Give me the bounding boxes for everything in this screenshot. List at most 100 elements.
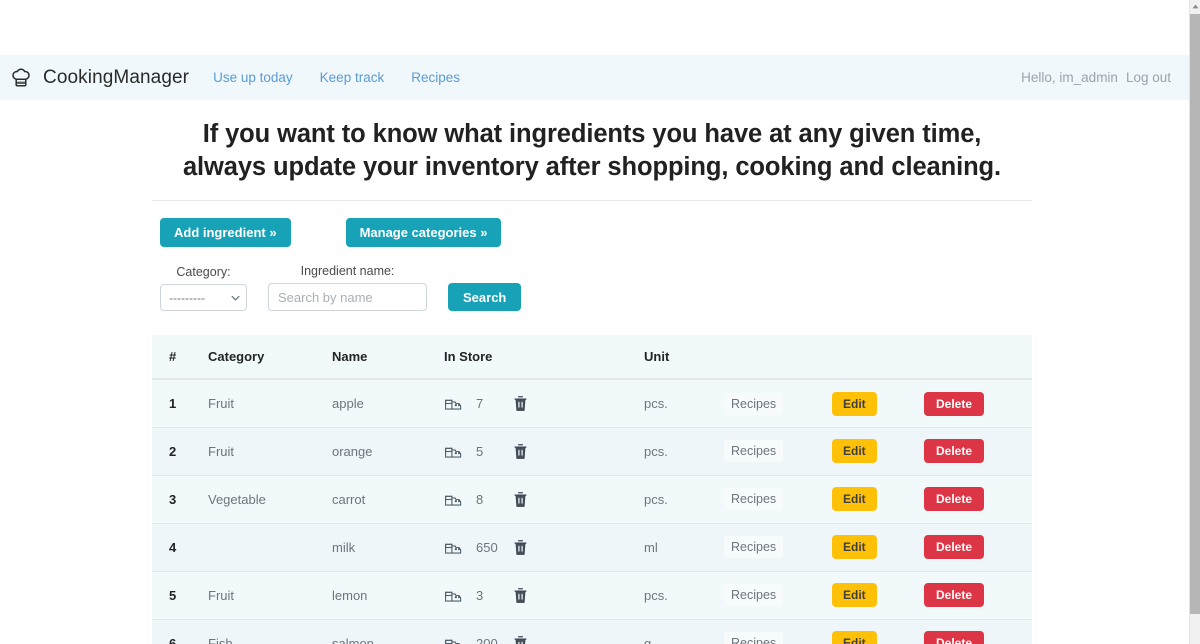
brand-name: CookingManager	[43, 66, 190, 88]
edit-button[interactable]: Edit	[832, 631, 877, 644]
user-greeting: Hello, im_admin	[1021, 70, 1118, 85]
table-row: 4 milk 650 ml Recipes Edit Delete	[152, 523, 1032, 572]
inventory-table-wrap: # Category Name In Store Unit 1 Fruit appl…	[152, 335, 1032, 644]
table-row: 1 Fruit apple 7 pcs. Recipes Edit Delete	[152, 379, 1032, 428]
quantity-value: 3	[476, 587, 484, 603]
delete-button[interactable]: Delete	[924, 439, 985, 464]
cell-recipes: Recipes	[724, 379, 832, 428]
trash-bin-icon[interactable]	[511, 586, 530, 605]
edit-button[interactable]: Edit	[832, 583, 877, 608]
shopping-cart-icon[interactable]	[444, 394, 463, 413]
cell-edit: Edit	[832, 523, 924, 572]
trash-bin-icon[interactable]	[511, 490, 530, 509]
delete-button[interactable]: Delete	[924, 583, 985, 608]
cell-number: 2	[152, 427, 208, 476]
quantity-value: 650	[476, 539, 498, 555]
chef-hat-icon	[10, 66, 34, 90]
trash-bin-icon[interactable]	[511, 394, 530, 413]
recipes-link[interactable]: Recipes	[724, 488, 784, 511]
edit-button[interactable]: Edit	[832, 439, 877, 464]
scroll-up-arrow-icon[interactable]	[1190, 0, 1200, 12]
shopping-cart-icon[interactable]	[444, 538, 463, 557]
cell-name: milk	[332, 523, 444, 572]
search-input[interactable]	[268, 283, 427, 312]
cell-unit: ml	[644, 523, 724, 572]
cell-category: Fruit	[208, 379, 332, 428]
cell-delete: Delete	[924, 379, 1032, 428]
cell-number: 4	[152, 523, 208, 572]
delete-button[interactable]: Delete	[924, 631, 985, 644]
cell-name: apple	[332, 379, 444, 428]
table-row: 2 Fruit orange 5 pcs. Recipes Edit Delete	[152, 427, 1032, 476]
cell-edit: Edit	[832, 379, 924, 428]
cell-number: 6	[152, 619, 208, 644]
delete-button[interactable]: Delete	[924, 487, 985, 512]
nav-link-recipes[interactable]: Recipes	[411, 70, 460, 85]
delete-button[interactable]: Delete	[924, 535, 985, 560]
table-body: 1 Fruit apple 7 pcs. Recipes Edit Delete 2 Fruit o…	[152, 379, 1032, 644]
cell-recipes: Recipes	[724, 475, 832, 524]
trash-bin-icon[interactable]	[511, 442, 530, 461]
shopping-cart-icon[interactable]	[444, 586, 463, 605]
category-select[interactable]: ---------	[160, 284, 247, 312]
col-header-number: #	[152, 335, 208, 381]
cell-delete: Delete	[924, 571, 1032, 620]
cell-unit: pcs.	[644, 379, 724, 428]
quantity-value: 7	[476, 396, 484, 412]
search-button[interactable]: Search	[448, 283, 522, 312]
recipes-link[interactable]: Recipes	[724, 440, 784, 463]
cell-unit: pcs.	[644, 475, 724, 524]
edit-button[interactable]: Edit	[832, 535, 877, 560]
cell-category: Fish	[208, 619, 332, 644]
shopping-cart-icon[interactable]	[444, 490, 463, 509]
delete-button[interactable]: Delete	[924, 391, 985, 416]
table-row: 3 Vegetable carrot 8 pcs. Recipes Edit Delete	[152, 475, 1032, 524]
cell-name: orange	[332, 427, 444, 476]
cell-number: 5	[152, 571, 208, 620]
edit-button[interactable]: Edit	[832, 391, 877, 416]
category-field: Category: ---------	[160, 265, 247, 312]
col-header-unit: Unit	[644, 335, 724, 381]
scrollbar-thumb[interactable]	[1190, 14, 1200, 614]
cell-name: salmon	[332, 619, 444, 644]
trash-bin-icon[interactable]	[511, 538, 530, 557]
nav-link-use-up-today[interactable]: Use up today	[213, 70, 293, 85]
cell-unit: g	[644, 619, 724, 644]
cell-recipes: Recipes	[724, 619, 832, 644]
shopping-cart-icon[interactable]	[444, 634, 463, 644]
col-header-edit	[832, 335, 924, 381]
recipes-link[interactable]: Recipes	[724, 632, 784, 644]
vertical-scrollbar[interactable]	[1189, 0, 1200, 644]
headline-divider	[152, 200, 1032, 202]
brand[interactable]: CookingManager	[10, 66, 189, 90]
recipes-link[interactable]: Recipes	[724, 536, 784, 559]
add-ingredient-button[interactable]: Add ingredient »	[160, 218, 291, 248]
table-head: # Category Name In Store Unit	[152, 335, 1032, 381]
quantity-value: 8	[476, 491, 484, 507]
action-buttons: Add ingredient » Manage categories »	[152, 218, 1032, 248]
col-header-delete	[924, 335, 1032, 381]
recipes-link[interactable]: Recipes	[724, 392, 784, 415]
shopping-cart-icon[interactable]	[444, 442, 463, 461]
cell-category	[208, 523, 332, 572]
cell-in-store: 8	[444, 475, 644, 524]
edit-button[interactable]: Edit	[832, 487, 877, 512]
cell-in-store: 7	[444, 379, 644, 428]
cell-category: Vegetable	[208, 475, 332, 524]
cell-in-store: 650	[444, 523, 644, 572]
ingredient-name-label: Ingredient name:	[300, 264, 395, 279]
cell-delete: Delete	[924, 523, 1032, 572]
cell-in-store: 5	[444, 427, 644, 476]
quantity-value: 5	[476, 443, 484, 459]
cell-delete: Delete	[924, 475, 1032, 524]
recipes-link[interactable]: Recipes	[724, 584, 784, 607]
page-root: CookingManager Use up today Keep track R…	[0, 0, 1200, 644]
trash-bin-icon[interactable]	[511, 634, 530, 644]
nav-link-keep-track[interactable]: Keep track	[320, 70, 385, 85]
logout-link[interactable]: Log out	[1126, 70, 1171, 85]
nav-user-area: Hello, im_admin Log out	[1021, 70, 1175, 85]
cell-edit: Edit	[832, 475, 924, 524]
manage-categories-button[interactable]: Manage categories »	[345, 218, 502, 248]
inventory-table: # Category Name In Store Unit 1 Fruit appl…	[152, 335, 1032, 644]
category-label: Category:	[176, 265, 231, 280]
